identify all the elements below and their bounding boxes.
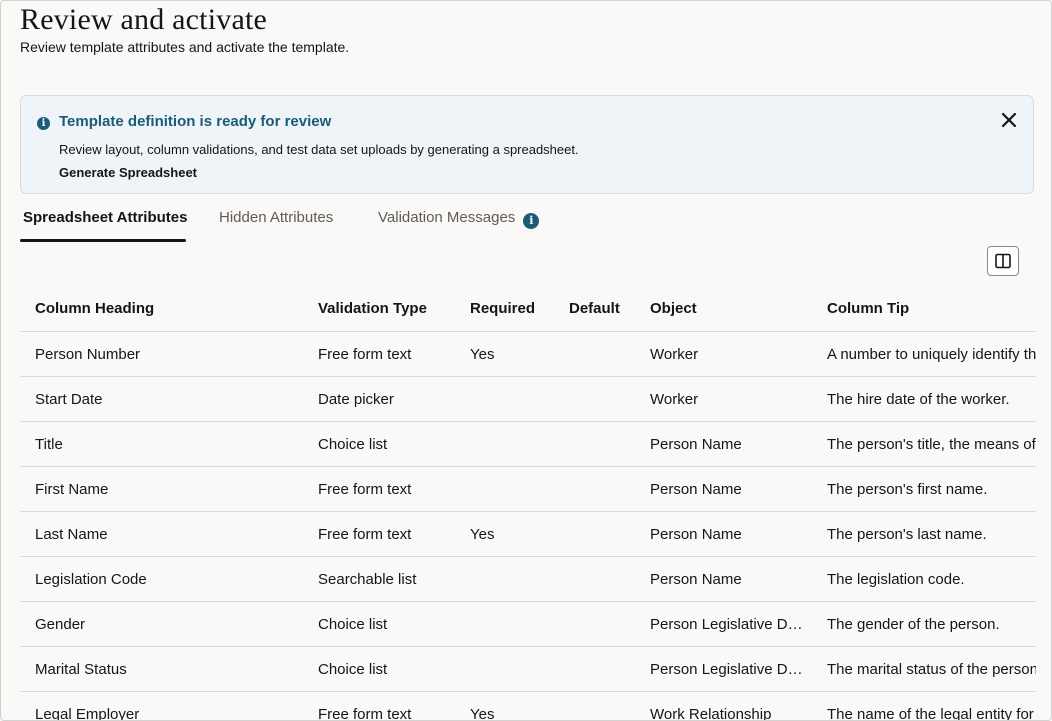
cell-default: [554, 466, 635, 512]
cell-column-tip: The person's title, the means of address…: [812, 421, 1036, 467]
cell-column-heading: First Name: [20, 466, 303, 512]
cell-validation-type: Searchable list: [303, 556, 455, 602]
cell-object: Person Name: [635, 511, 812, 557]
banner-text: Review layout, column validations, and t…: [59, 142, 579, 157]
info-icon[interactable]: i: [523, 213, 540, 229]
cell-validation-type: Free form text: [303, 331, 455, 377]
cell-column-tip: The name of the legal entity for the emp…: [812, 691, 1036, 720]
table-row[interactable]: Legal Employer Free form text Yes Work R…: [20, 691, 1036, 720]
cell-validation-type: Free form text: [303, 691, 455, 720]
close-icon[interactable]: [999, 110, 1019, 130]
cell-default: [554, 646, 635, 692]
columns-icon: [995, 253, 1011, 269]
cell-required: [455, 376, 554, 422]
cell-required: [455, 466, 554, 512]
table-row[interactable]: First Name Free form text Person Name Th…: [20, 466, 1036, 512]
column-header[interactable]: Column Heading: [20, 285, 303, 332]
cell-required: Yes: [455, 691, 554, 720]
cell-object: Person Name: [635, 466, 812, 512]
column-header[interactable]: Default: [554, 285, 635, 332]
cell-column-heading: Legislation Code: [20, 556, 303, 602]
generate-spreadsheet-link[interactable]: Generate Spreadsheet: [59, 165, 197, 180]
table-row[interactable]: Last Name Free form text Yes Person Name…: [20, 511, 1036, 557]
cell-column-heading: Last Name: [20, 511, 303, 557]
tab-validation-messages[interactable]: Validation Messages i: [378, 209, 540, 229]
cell-validation-type: Choice list: [303, 601, 455, 647]
cell-column-tip: The hire date of the worker.: [812, 376, 1036, 422]
tab-spreadsheet-attributes[interactable]: Spreadsheet Attributes: [23, 209, 187, 226]
column-header[interactable]: Column Tip: [812, 285, 1036, 332]
cell-object: Worker: [635, 376, 812, 422]
cell-column-heading: Marital Status: [20, 646, 303, 692]
table-row[interactable]: Marital Status Choice list Person Legisl…: [20, 646, 1036, 692]
info-icon: i: [37, 117, 50, 130]
cell-object: Person Legislative Data: [635, 646, 812, 692]
tab-validation-messages-label: Validation Messages: [378, 209, 516, 226]
table-row[interactable]: Title Choice list Person Name The person…: [20, 421, 1036, 467]
table-header-row: Column Heading Validation Type Required …: [20, 285, 1036, 332]
page-subtitle: Review template attributes and activate …: [20, 39, 350, 55]
cell-column-heading: Start Date: [20, 376, 303, 422]
cell-column-tip: A number to uniquely identify the worker…: [812, 331, 1036, 377]
cell-validation-type: Choice list: [303, 421, 455, 467]
tab-hidden-attributes[interactable]: Hidden Attributes: [219, 209, 333, 226]
cell-column-tip: The marital status of the person.: [812, 646, 1036, 692]
cell-required: [455, 601, 554, 647]
cell-default: [554, 556, 635, 602]
active-tab-indicator: [20, 239, 186, 242]
cell-default: [554, 331, 635, 377]
cell-required: Yes: [455, 511, 554, 557]
cell-required: [455, 556, 554, 602]
cell-default: [554, 691, 635, 720]
cell-validation-type: Free form text: [303, 466, 455, 512]
cell-object: Work Relationship: [635, 691, 812, 720]
cell-column-tip: The person's last name.: [812, 511, 1036, 557]
cell-default: [554, 601, 635, 647]
cell-required: Yes: [455, 331, 554, 377]
cell-default: [554, 376, 635, 422]
tab-bar: Spreadsheet Attributes Hidden Attributes…: [20, 201, 1034, 243]
table-row[interactable]: Person Number Free form text Yes Worker …: [20, 331, 1036, 377]
cell-object: Person Name: [635, 556, 812, 602]
cell-column-heading: Title: [20, 421, 303, 467]
cell-column-heading: Person Number: [20, 331, 303, 377]
page-frame: Review and activate Review template attr…: [0, 0, 1052, 721]
column-header[interactable]: Required: [455, 285, 554, 332]
cell-column-tip: The legislation code.: [812, 556, 1036, 602]
cell-object: Worker: [635, 331, 812, 377]
cell-column-heading: Legal Employer: [20, 691, 303, 720]
cell-column-heading: Gender: [20, 601, 303, 647]
cell-required: [455, 646, 554, 692]
columns-button[interactable]: [987, 246, 1019, 276]
cell-default: [554, 421, 635, 467]
info-banner: i Template definition is ready for revie…: [20, 95, 1034, 194]
cell-validation-type: Choice list: [303, 646, 455, 692]
table-row[interactable]: Start Date Date picker Worker The hire d…: [20, 376, 1036, 422]
column-header[interactable]: Validation Type: [303, 285, 455, 332]
cell-default: [554, 511, 635, 557]
cell-validation-type: Free form text: [303, 511, 455, 557]
attributes-table: Column Heading Validation Type Required …: [20, 285, 1036, 720]
cell-required: [455, 421, 554, 467]
column-header[interactable]: Object: [635, 285, 812, 332]
cell-column-tip: The gender of the person.: [812, 601, 1036, 647]
cell-object: Person Name: [635, 421, 812, 467]
banner-title: Template definition is ready for review: [59, 113, 332, 130]
cell-object: Person Legislative Data: [635, 601, 812, 647]
table-row[interactable]: Gender Choice list Person Legislative Da…: [20, 601, 1036, 647]
cell-column-tip: The person's first name.: [812, 466, 1036, 512]
cell-validation-type: Date picker: [303, 376, 455, 422]
page-title: Review and activate: [20, 3, 268, 36]
table-row[interactable]: Legislation Code Searchable list Person …: [20, 556, 1036, 602]
